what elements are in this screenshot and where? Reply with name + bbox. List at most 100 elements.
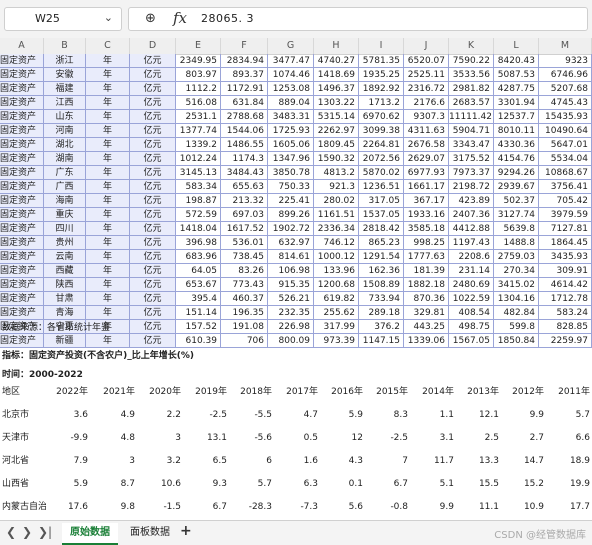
table-cell[interactable]: 固定资产	[0, 180, 44, 194]
table-cell[interactable]: 814.61	[268, 250, 314, 264]
table-cell[interactable]: 2676.58	[404, 138, 449, 152]
table-cell[interactable]: 固定资产	[0, 208, 44, 222]
table-cell[interactable]: 地区	[0, 381, 46, 404]
table-cell[interactable]: 2208.6	[449, 250, 494, 264]
table-cell[interactable]: 5315.14	[314, 110, 359, 124]
table-cell[interactable]: 年	[86, 180, 130, 194]
table-cell[interactable]: 青海	[44, 306, 86, 320]
table-cell[interactable]: 2316.72	[404, 82, 449, 96]
table-cell[interactable]: 年	[86, 110, 130, 124]
table-cell[interactable]: 2788.68	[221, 110, 268, 124]
table-cell[interactable]: 4.3	[323, 450, 363, 473]
table-cell[interactable]: -2.5	[187, 404, 227, 427]
table-cell[interactable]: 安徽	[44, 68, 86, 82]
table-cell[interactable]: 亿元	[130, 292, 176, 306]
table-cell[interactable]: 2981.82	[449, 82, 494, 96]
table-cell[interactable]: 2020年	[141, 381, 181, 404]
table-cell[interactable]: 年	[86, 264, 130, 278]
table-cell[interactable]: 213.32	[221, 194, 268, 208]
table-cell[interactable]: 3301.94	[494, 96, 539, 110]
table-cell[interactable]: 固定资产	[0, 306, 44, 320]
table-cell[interactable]: 2759.03	[494, 250, 539, 264]
table-cell[interactable]: 3850.78	[268, 166, 314, 180]
table-cell[interactable]: 1161.51	[314, 208, 359, 222]
table-cell[interactable]: 133.96	[314, 264, 359, 278]
table-cell[interactable]: 3979.59	[539, 208, 592, 222]
table-cell[interactable]: 289.18	[359, 306, 404, 320]
table-cell[interactable]: 583.34	[176, 180, 221, 194]
zoom-icon[interactable]: ⊕	[145, 11, 156, 26]
table-cell[interactable]: 新疆	[44, 334, 86, 348]
table-cell[interactable]: 亿元	[130, 166, 176, 180]
table-cell[interactable]: 2525.11	[404, 68, 449, 82]
table-cell[interactable]: 1712.78	[539, 292, 592, 306]
table-cell[interactable]: 6.3	[278, 473, 318, 496]
table-cell[interactable]: 191.08	[221, 320, 268, 334]
table-cell[interactable]: 3145.13	[176, 166, 221, 180]
table-cell[interactable]: 固定资产	[0, 194, 44, 208]
table-cell[interactable]: 江西	[44, 96, 86, 110]
table-cell[interactable]: 固定资产	[0, 264, 44, 278]
fx-icon[interactable]: fx	[173, 9, 187, 27]
table-cell[interactable]: 9294.26	[494, 166, 539, 180]
table-cell[interactable]: 1537.05	[359, 208, 404, 222]
table-cell[interactable]: 亿元	[130, 306, 176, 320]
table-cell[interactable]: 705.42	[539, 194, 592, 208]
table-cell[interactable]: 广西	[44, 180, 86, 194]
table-cell[interactable]: 526.21	[268, 292, 314, 306]
table-cell[interactable]: 2.2	[141, 404, 181, 427]
table-cell[interactable]: 1339.2	[176, 138, 221, 152]
table-cell[interactable]: 423.89	[449, 194, 494, 208]
table-cell[interactable]: 年	[86, 124, 130, 138]
column-header[interactable]: K	[449, 38, 494, 54]
table-cell[interactable]: 1777.63	[404, 250, 449, 264]
table-cell[interactable]: 631.84	[221, 96, 268, 110]
table-cell[interactable]: 1172.91	[221, 82, 268, 96]
table-cell[interactable]: 17.7	[550, 496, 590, 519]
table-cell[interactable]: 2262.97	[314, 124, 359, 138]
table-cell[interactable]: 2013年	[459, 381, 499, 404]
table-cell[interactable]: 653.67	[176, 278, 221, 292]
add-sheet-icon[interactable]: +	[180, 523, 192, 539]
table-cell[interactable]: 5207.68	[539, 82, 592, 96]
table-cell[interactable]: 1347.96	[268, 152, 314, 166]
table-cell[interactable]: 232.35	[268, 306, 314, 320]
table-cell[interactable]: 317.05	[359, 194, 404, 208]
table-cell[interactable]: 1617.52	[221, 222, 268, 236]
table-cell[interactable]: 1418.04	[176, 222, 221, 236]
table-cell[interactable]: 云南	[44, 250, 86, 264]
table-cell[interactable]: 683.96	[176, 250, 221, 264]
table-cell[interactable]: 4330.36	[494, 138, 539, 152]
table-cell[interactable]: 6970.62	[359, 110, 404, 124]
table-cell[interactable]: 亿元	[130, 194, 176, 208]
table-cell[interactable]: 1012.24	[176, 152, 221, 166]
table-cell[interactable]: 226.98	[268, 320, 314, 334]
table-cell[interactable]: 2014年	[414, 381, 454, 404]
column-header[interactable]: C	[86, 38, 130, 54]
table-cell[interactable]: 106.98	[268, 264, 314, 278]
table-cell[interactable]: 2072.56	[359, 152, 404, 166]
table-cell[interactable]: 亿元	[130, 152, 176, 166]
table-cell[interactable]: 年	[86, 152, 130, 166]
table-cell[interactable]: 198.87	[176, 194, 221, 208]
table-cell[interactable]: 706	[221, 334, 268, 348]
table-cell[interactable]: 3.1	[414, 427, 454, 450]
table-cell[interactable]: 7	[368, 450, 408, 473]
table-cell[interactable]: 6520.07	[404, 54, 449, 68]
table-cell[interactable]: 5647.01	[539, 138, 592, 152]
table-cell[interactable]: 1713.2	[359, 96, 404, 110]
table-cell[interactable]: 1236.51	[359, 180, 404, 194]
table-cell[interactable]: 亿元	[130, 180, 176, 194]
column-header[interactable]: I	[359, 38, 404, 54]
table-cell[interactable]: 83.26	[221, 264, 268, 278]
table-cell[interactable]: 河南	[44, 124, 86, 138]
table-cell[interactable]: 年	[86, 236, 130, 250]
table-cell[interactable]: 1000.12	[314, 250, 359, 264]
table-cell[interactable]: 海南	[44, 194, 86, 208]
table-cell[interactable]: 655.63	[221, 180, 268, 194]
tab-raw-data[interactable]: 原始数据	[62, 523, 118, 545]
table-cell[interactable]: 内蒙古自治	[0, 496, 46, 519]
table-cell[interactable]: 231.14	[449, 264, 494, 278]
table-cell[interactable]: 2336.34	[314, 222, 359, 236]
table-cell[interactable]: 6.5	[187, 450, 227, 473]
